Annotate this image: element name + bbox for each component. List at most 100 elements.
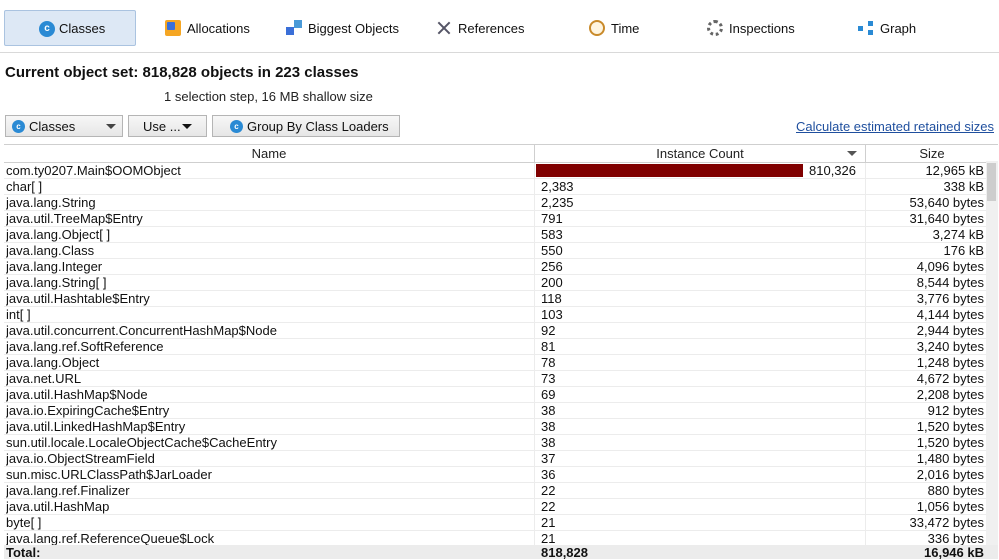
instance-count: 21 — [541, 515, 556, 530]
tab-classes[interactable]: c Classes — [4, 10, 136, 46]
table-row[interactable]: com.ty0207.Main$OOMObject 810,326 12,965 k… — [4, 163, 998, 179]
tab-inspections[interactable]: Inspections — [707, 10, 795, 46]
table-row[interactable]: int[ ] 103 4,144 bytes — [4, 307, 998, 323]
tab-label: Classes — [59, 20, 106, 36]
view-tab-bar: c Classes Allocations Biggest Objects Re… — [0, 0, 999, 53]
table-row[interactable]: java.util.TreeMap$Entry 791 31,640 bytes — [4, 211, 998, 227]
shallow-size: 8,544 bytes — [916, 275, 984, 290]
table-row[interactable]: java.util.HashMap 22 1,056 bytes — [4, 499, 998, 515]
table-row[interactable]: java.lang.ref.SoftReference 81 3,240 bytes — [4, 339, 998, 355]
instance-count: 38 — [541, 419, 556, 434]
column-header-name[interactable]: Name — [4, 145, 535, 162]
instance-count: 21 — [541, 531, 556, 546]
shallow-size: 1,248 bytes — [916, 355, 984, 370]
chevron-down-icon — [182, 124, 192, 129]
class-name: java.util.concurrent.ConcurrentHashMap$N… — [6, 323, 277, 338]
table-row[interactable]: java.lang.Integer 256 4,096 bytes — [4, 259, 998, 275]
table-row[interactable]: java.net.URL 73 4,672 bytes — [4, 371, 998, 387]
vertical-scrollbar[interactable] — [986, 161, 998, 545]
table-row[interactable]: java.util.Hashtable$Entry 118 3,776 bytes — [4, 291, 998, 307]
tab-allocations[interactable]: Allocations — [165, 10, 250, 46]
shallow-size: 4,144 bytes — [916, 307, 984, 322]
references-icon — [436, 20, 452, 36]
class-name: int[ ] — [6, 307, 31, 322]
class-name: java.lang.Object — [6, 355, 100, 370]
table-row[interactable]: java.lang.Object 78 1,248 bytes — [4, 355, 998, 371]
shallow-size: 53,640 bytes — [909, 195, 984, 210]
instance-count: 791 — [541, 211, 563, 226]
table-row[interactable]: java.lang.String 2,235 53,640 bytes — [4, 195, 998, 211]
instance-count: 22 — [541, 499, 556, 514]
shallow-size: 338 kB — [943, 179, 984, 194]
column-header-size[interactable]: Size — [866, 145, 998, 162]
instance-count: 2,235 — [541, 195, 574, 210]
table-row[interactable]: java.lang.Object[ ] 583 3,274 kB — [4, 227, 998, 243]
class-name: java.lang.Object[ ] — [6, 227, 111, 242]
tab-graph[interactable]: Graph — [858, 10, 916, 46]
instance-count: 810,326 — [809, 163, 856, 178]
class-name: java.io.ExpiringCache$Entry — [6, 403, 170, 418]
shallow-size: 31,640 bytes — [909, 211, 984, 226]
table-row[interactable]: java.lang.Class 550 176 kB — [4, 243, 998, 259]
instance-count: 37 — [541, 451, 556, 466]
table-header: Name Instance Count Size — [4, 144, 998, 163]
instance-count: 583 — [541, 227, 563, 242]
view-select[interactable]: c Classes — [5, 115, 123, 137]
class-name: java.lang.ref.SoftReference — [6, 339, 164, 354]
table-row[interactable]: java.io.ExpiringCache$Entry 38 912 bytes — [4, 403, 998, 419]
table-row[interactable]: java.lang.String[ ] 200 8,544 bytes — [4, 275, 998, 291]
group-button-label: Group By Class Loaders — [247, 118, 389, 134]
total-size: 16,946 kB — [924, 545, 984, 560]
shallow-size: 1,056 bytes — [916, 499, 984, 514]
table-row[interactable]: char[ ] 2,383 338 kB — [4, 179, 998, 195]
table-row[interactable]: sun.misc.URLClassPath$JarLoader 36 2,016 b… — [4, 467, 998, 483]
class-name: java.io.ObjectStreamField — [6, 451, 155, 466]
shallow-size: 336 bytes — [927, 531, 984, 546]
tab-time[interactable]: Time — [589, 10, 639, 46]
instance-count: 38 — [541, 435, 556, 450]
class-name: java.lang.ref.Finalizer — [6, 483, 130, 498]
tab-label: Biggest Objects — [308, 20, 400, 36]
shallow-size: 4,672 bytes — [916, 371, 984, 386]
total-label: Total: — [6, 545, 41, 560]
instance-count: 92 — [541, 323, 556, 338]
inspections-icon — [707, 20, 723, 36]
shallow-size: 33,472 bytes — [909, 515, 984, 530]
table-row[interactable]: java.util.HashMap$Node 69 2,208 bytes — [4, 387, 998, 403]
tab-label: Allocations — [187, 20, 250, 36]
table-row[interactable]: sun.util.locale.LocaleObjectCache$CacheE… — [4, 435, 998, 451]
shallow-size: 2,208 bytes — [916, 387, 984, 402]
selection-summary: 1 selection step, 16 MB shallow size — [164, 89, 373, 104]
calculate-retained-sizes-link[interactable]: Calculate estimated retained sizes — [796, 119, 994, 134]
class-name: java.util.TreeMap$Entry — [6, 211, 143, 226]
class-name: char[ ] — [6, 179, 43, 194]
shallow-size: 12,965 kB — [925, 163, 984, 178]
use-button-label: Use ... — [143, 118, 181, 134]
class-name: java.net.URL — [6, 371, 82, 386]
class-name: sun.util.locale.LocaleObjectCache$CacheE… — [6, 435, 277, 450]
time-icon — [589, 20, 605, 36]
instance-count: 200 — [541, 275, 563, 290]
instance-count: 73 — [541, 371, 556, 386]
table-row[interactable]: java.lang.ref.Finalizer 22 880 bytes — [4, 483, 998, 499]
scrollbar-thumb[interactable] — [987, 163, 996, 201]
graph-icon — [858, 20, 874, 36]
classes-table: Name Instance Count Size com.ty0207.Main… — [4, 144, 998, 547]
page-title: Current object set: 818,828 objects in 2… — [5, 64, 359, 81]
table-row[interactable]: java.util.LinkedHashMap$Entry 38 1,520 byt… — [4, 419, 998, 435]
tab-biggest-objects[interactable]: Biggest Objects — [286, 10, 399, 46]
table-row[interactable]: java.io.ObjectStreamField 37 1,480 bytes — [4, 451, 998, 467]
column-header-instance-count[interactable]: Instance Count — [535, 145, 866, 162]
group-by-class-loaders-button[interactable]: c Group By Class Loaders — [212, 115, 400, 137]
shallow-size: 1,480 bytes — [916, 451, 984, 466]
table-row[interactable]: java.util.concurrent.ConcurrentHashMap$N… — [4, 323, 998, 339]
table-row[interactable]: byte[ ] 21 33,472 bytes — [4, 515, 998, 531]
shallow-size: 1,520 bytes — [916, 419, 984, 434]
shallow-size: 1,520 bytes — [916, 435, 984, 450]
tab-references[interactable]: References — [436, 10, 524, 46]
sort-descending-icon — [847, 151, 857, 156]
instance-count: 256 — [541, 259, 563, 274]
instance-count: 103 — [541, 307, 563, 322]
instance-count: 78 — [541, 355, 556, 370]
use-button[interactable]: Use ... — [128, 115, 207, 137]
